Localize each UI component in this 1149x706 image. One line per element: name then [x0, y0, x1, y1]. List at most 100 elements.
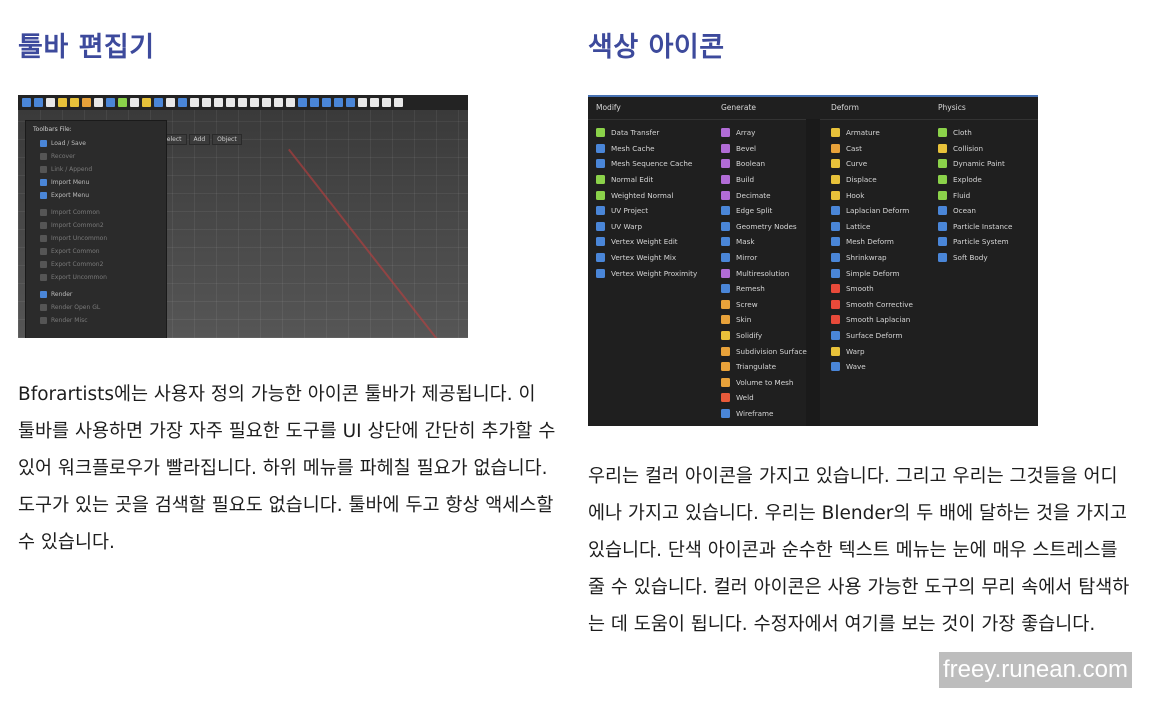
toolbar-tool-icon[interactable]: [94, 98, 103, 107]
toolbar-option-row[interactable]: Load / Save: [26, 137, 166, 150]
toolbar-option-row[interactable]: Render Misc: [26, 314, 166, 327]
toolbar-tool-icon[interactable]: [58, 98, 67, 107]
modifier-item[interactable]: Weighted Normal: [596, 187, 697, 203]
modifier-item[interactable]: Hook: [831, 187, 913, 203]
toolbar-tool-icon[interactable]: [250, 98, 259, 107]
toolbar-tool-icon[interactable]: [190, 98, 199, 107]
modifier-item[interactable]: Remesh: [721, 281, 807, 297]
toolbar-option-row[interactable]: Recover: [26, 150, 166, 163]
modifier-item[interactable]: Particle System: [938, 234, 1012, 250]
modifier-item[interactable]: UV Project: [596, 203, 697, 219]
modifier-item[interactable]: Mesh Cache: [596, 141, 697, 157]
modifier-item[interactable]: UV Warp: [596, 219, 697, 235]
toolbar-tool-icon[interactable]: [334, 98, 343, 107]
modifier-item[interactable]: Soft Body: [938, 250, 1012, 266]
modifier-item[interactable]: Explode: [938, 172, 1012, 188]
toolbar-option-row[interactable]: Export Common2: [26, 258, 166, 271]
checkbox[interactable]: [40, 140, 47, 147]
toolbar-tool-icon[interactable]: [22, 98, 31, 107]
toolbar-option-row[interactable]: Render: [26, 288, 166, 301]
toolbar-tool-icon[interactable]: [298, 98, 307, 107]
modifier-item[interactable]: Surface Deform: [831, 328, 913, 344]
toolbar-option-row[interactable]: Export Menu: [26, 189, 166, 202]
modifier-item[interactable]: Ocean: [938, 203, 1012, 219]
modifier-item[interactable]: Cloth: [938, 125, 1012, 141]
toolbar-tool-icon[interactable]: [166, 98, 175, 107]
modifier-item[interactable]: Mask: [721, 234, 807, 250]
checkbox[interactable]: [40, 274, 47, 281]
modifier-item[interactable]: Mirror: [721, 250, 807, 266]
modifier-item[interactable]: Triangulate: [721, 359, 807, 375]
toolbar-tool-icon[interactable]: [310, 98, 319, 107]
viewport-menu-object[interactable]: Object: [212, 134, 242, 145]
modifier-item[interactable]: Data Transfer: [596, 125, 697, 141]
toolbar-tool-icon[interactable]: [118, 98, 127, 107]
checkbox[interactable]: [40, 317, 47, 324]
checkbox[interactable]: [40, 209, 47, 216]
viewport-menu-add[interactable]: Add: [188, 134, 211, 145]
modifier-item[interactable]: Smooth: [831, 281, 913, 297]
toolbar-tool-icon[interactable]: [106, 98, 115, 107]
modifier-item[interactable]: Vertex Weight Edit: [596, 234, 697, 250]
toolbar-tool-icon[interactable]: [322, 98, 331, 107]
toolbar-tool-icon[interactable]: [238, 98, 247, 107]
toolbar-tool-icon[interactable]: [286, 98, 295, 107]
toolbar-tool-icon[interactable]: [262, 98, 271, 107]
checkbox[interactable]: [40, 235, 47, 242]
toolbar-tool-icon[interactable]: [178, 98, 187, 107]
checkbox[interactable]: [40, 248, 47, 255]
checkbox[interactable]: [40, 179, 47, 186]
toolbar-tool-icon[interactable]: [370, 98, 379, 107]
modifier-item[interactable]: Volume to Mesh: [721, 375, 807, 391]
modifier-item[interactable]: Skin: [721, 312, 807, 328]
modifier-item[interactable]: Decimate: [721, 187, 807, 203]
toolbar-option-row[interactable]: Link / Append: [26, 163, 166, 176]
toolbar-tool-icon[interactable]: [274, 98, 283, 107]
modifier-item[interactable]: Lattice: [831, 219, 913, 235]
modifier-item[interactable]: Warp: [831, 343, 913, 359]
modifier-item[interactable]: Cast: [831, 141, 913, 157]
checkbox[interactable]: [40, 166, 47, 173]
checkbox[interactable]: [40, 153, 47, 160]
toolbar-tool-icon[interactable]: [82, 98, 91, 107]
modifier-item[interactable]: Wireframe: [721, 406, 807, 422]
toolbar-option-row[interactable]: Import Uncommon: [26, 232, 166, 245]
modifier-item[interactable]: Particle Instance: [938, 219, 1012, 235]
toolbar-tool-icon[interactable]: [346, 98, 355, 107]
toolbar-tool-icon[interactable]: [34, 98, 43, 107]
modifier-item[interactable]: Boolean: [721, 156, 807, 172]
modifier-item[interactable]: Laplacian Deform: [831, 203, 913, 219]
modifier-item[interactable]: Geometry Nodes: [721, 219, 807, 235]
modifier-item[interactable]: Shrinkwrap: [831, 250, 913, 266]
modifier-item[interactable]: Normal Edit: [596, 172, 697, 188]
modifier-item[interactable]: Mesh Sequence Cache: [596, 156, 697, 172]
modifier-item[interactable]: Array: [721, 125, 807, 141]
modifier-item[interactable]: Collision: [938, 141, 1012, 157]
toolbar-option-row[interactable]: Export Common: [26, 245, 166, 258]
modifier-item[interactable]: Smooth Corrective: [831, 297, 913, 313]
modifier-item[interactable]: Vertex Weight Proximity: [596, 265, 697, 281]
toolbar-option-row[interactable]: Export Uncommon: [26, 271, 166, 284]
modifier-item[interactable]: Simple Deform: [831, 265, 913, 281]
modifier-item[interactable]: Weld: [721, 390, 807, 406]
modifier-item[interactable]: Mesh Deform: [831, 234, 913, 250]
checkbox[interactable]: [40, 304, 47, 311]
modifier-item[interactable]: Displace: [831, 172, 913, 188]
toolbar-tool-icon[interactable]: [214, 98, 223, 107]
modifier-item[interactable]: Screw: [721, 297, 807, 313]
checkbox[interactable]: [40, 192, 47, 199]
toolbar-tool-icon[interactable]: [394, 98, 403, 107]
toolbar-tool-icon[interactable]: [226, 98, 235, 107]
modifier-item[interactable]: Build: [721, 172, 807, 188]
toolbar-tool-icon[interactable]: [202, 98, 211, 107]
modifier-item[interactable]: Dynamic Paint: [938, 156, 1012, 172]
modifier-item[interactable]: Solidify: [721, 328, 807, 344]
modifier-item[interactable]: Curve: [831, 156, 913, 172]
toolbar-option-row[interactable]: Render Open GL: [26, 301, 166, 314]
checkbox[interactable]: [40, 261, 47, 268]
toolbar-option-row[interactable]: Import Common: [26, 206, 166, 219]
toolbar-tool-icon[interactable]: [382, 98, 391, 107]
toolbar-tool-icon[interactable]: [358, 98, 367, 107]
checkbox[interactable]: [40, 222, 47, 229]
modifier-item[interactable]: Multiresolution: [721, 265, 807, 281]
